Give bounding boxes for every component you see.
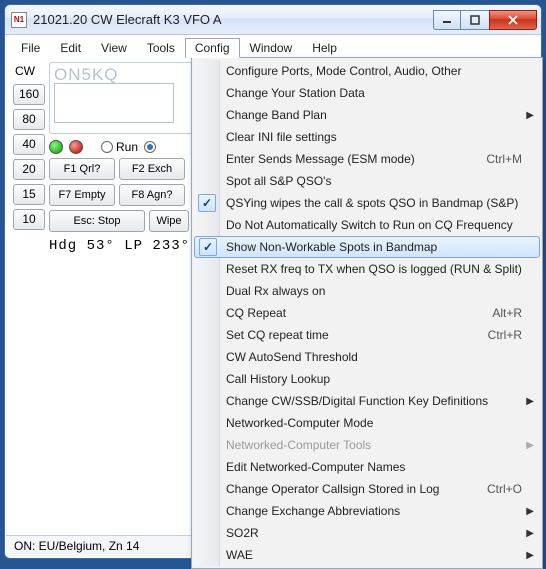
close-button[interactable] (489, 10, 537, 30)
menu-item-label: CW AutoSend Threshold (226, 350, 522, 364)
menu-file[interactable]: File (11, 38, 50, 58)
main-window: N1 21021.20 CW Elecraft K3 VFO A FileEdi… (4, 4, 542, 559)
config-menu-item[interactable]: Change Operator Callsign Stored in Log Ct… (194, 478, 540, 500)
submenu-arrow-icon: ▶ (526, 528, 534, 539)
band-button-160[interactable]: 160 (13, 84, 45, 105)
menu-item-label: Show Non-Workable Spots in Bandmap (226, 240, 521, 254)
menu-item-shortcut: Ctrl+R (488, 328, 522, 342)
check-icon: ✓ (199, 238, 217, 256)
config-menu-item: Networked-Computer Tools ▶ (194, 434, 540, 456)
config-menu-item[interactable]: Call History Lookup (194, 368, 540, 390)
band-button-10[interactable]: 10 (13, 209, 45, 230)
config-menu-item[interactable]: CQ Repeat Alt+R (194, 302, 540, 324)
esc-stop-button[interactable]: Esc: Stop (49, 210, 145, 232)
menu-item-label: Clear INI file settings (226, 130, 522, 144)
fkey-f1[interactable]: F1 Qrl? (49, 158, 115, 180)
menubar: FileEditViewToolsConfigWindowHelp (5, 35, 541, 58)
menu-help[interactable]: Help (302, 38, 347, 58)
config-menu-item[interactable]: Networked-Computer Mode (194, 412, 540, 434)
band-button-40[interactable]: 40 (13, 134, 45, 155)
maximize-button[interactable] (460, 10, 490, 30)
band-button-80[interactable]: 80 (13, 109, 45, 130)
close-icon (507, 15, 519, 25)
config-menu-item[interactable]: Do Not Automatically Switch to Run on CQ… (194, 214, 540, 236)
check-icon: ✓ (198, 194, 216, 212)
menu-item-label: Change Operator Callsign Stored in Log (226, 482, 475, 496)
window-controls (434, 10, 537, 30)
menu-item-label: Call History Lookup (226, 372, 522, 386)
config-menu-item[interactable]: SO2R ▶ (194, 522, 540, 544)
fkey-f8[interactable]: F8 Agn? (119, 184, 185, 206)
config-menu-item[interactable]: Change Exchange Abbreviations ▶ (194, 500, 540, 522)
menu-config[interactable]: Config (185, 38, 240, 58)
menu-item-label: Reset RX freq to TX when QSO is logged (… (226, 262, 522, 276)
minimize-icon (442, 15, 452, 25)
menu-item-label: Edit Networked-Computer Names (226, 460, 522, 474)
band-button-20[interactable]: 20 (13, 159, 45, 180)
fkey-f7[interactable]: F7 Empty (49, 184, 115, 206)
run-radio-label: Run (116, 140, 138, 154)
submenu-arrow-icon: ▶ (526, 110, 534, 121)
sp-radio[interactable] (144, 141, 156, 153)
menu-item-label: Change Exchange Abbreviations (226, 504, 522, 518)
fkey-f2[interactable]: F2 Exch (119, 158, 185, 180)
config-menu-item[interactable]: Configure Ports, Mode Control, Audio, Ot… (194, 60, 540, 82)
menu-item-label: Change CW/SSB/Digital Function Key Defin… (226, 394, 522, 408)
config-menu-item[interactable]: CW AutoSend Threshold (194, 346, 540, 368)
menu-item-shortcut: Ctrl+M (486, 152, 522, 166)
config-menu-item[interactable]: Clear INI file settings (194, 126, 540, 148)
wipe-button[interactable]: Wipe (149, 210, 189, 232)
menu-item-label: Change Your Station Data (226, 86, 522, 100)
submenu-arrow-icon: ▶ (526, 440, 534, 451)
menu-item-label: Networked-Computer Mode (226, 416, 522, 430)
menu-item-label: Configure Ports, Mode Control, Audio, Ot… (226, 64, 522, 78)
window-title: 21021.20 CW Elecraft K3 VFO A (33, 12, 434, 27)
menu-item-label: SO2R (226, 526, 522, 540)
config-menu-item[interactable]: Edit Networked-Computer Names (194, 456, 540, 478)
config-menu-item[interactable]: Spot all S&P QSO's (194, 170, 540, 192)
menu-item-label: Do Not Automatically Switch to Run on CQ… (226, 218, 522, 232)
config-menu-item[interactable]: Change Band Plan ▶ (194, 104, 540, 126)
callsign-input[interactable] (54, 83, 174, 123)
menu-item-label: Change Band Plan (226, 108, 522, 122)
menu-item-label: QSYing wipes the call & spots QSO in Ban… (226, 196, 522, 210)
config-menu-item[interactable]: Dual Rx always on (194, 280, 540, 302)
submenu-arrow-icon: ▶ (526, 550, 534, 561)
led-green-icon (49, 140, 63, 154)
menu-item-label: Enter Sends Message (ESM mode) (226, 152, 474, 166)
menu-tools[interactable]: Tools (137, 38, 185, 58)
menu-item-label: Spot all S&P QSO's (226, 174, 522, 188)
run-radio[interactable]: Run (101, 140, 138, 154)
app-icon: N1 (11, 12, 27, 28)
menu-view[interactable]: View (91, 38, 137, 58)
titlebar[interactable]: N1 21021.20 CW Elecraft K3 VFO A (5, 5, 541, 35)
band-button-15[interactable]: 15 (13, 184, 45, 205)
config-menu-dropdown[interactable]: Configure Ports, Mode Control, Audio, Ot… (191, 57, 543, 569)
config-menu-item[interactable]: Set CQ repeat time Ctrl+R (194, 324, 540, 346)
menu-item-label: Networked-Computer Tools (226, 438, 522, 452)
maximize-icon (470, 15, 480, 25)
menu-item-shortcut: Ctrl+O (487, 482, 522, 496)
minimize-button[interactable] (433, 10, 461, 30)
config-menu-item[interactable]: ✓ Show Non-Workable Spots in Bandmap (194, 236, 540, 258)
mode-label: CW (13, 62, 45, 80)
band-column: CW 160 80 40 20 15 10 (13, 62, 45, 256)
menu-item-label: Dual Rx always on (226, 284, 522, 298)
config-menu-item[interactable]: Reset RX freq to TX when QSO is logged (… (194, 258, 540, 280)
config-menu-item[interactable]: Change Your Station Data (194, 82, 540, 104)
config-menu-item[interactable]: Enter Sends Message (ESM mode) Ctrl+M (194, 148, 540, 170)
menu-item-label: WAE (226, 548, 522, 562)
config-menu-item[interactable]: Change CW/SSB/Digital Function Key Defin… (194, 390, 540, 412)
config-menu-item[interactable]: ✓ QSYing wipes the call & spots QSO in Ba… (194, 192, 540, 214)
menu-item-label: CQ Repeat (226, 306, 480, 320)
submenu-arrow-icon: ▶ (526, 396, 534, 407)
menu-window[interactable]: Window (240, 38, 303, 58)
led-red-icon (69, 140, 83, 154)
menu-item-shortcut: Alt+R (492, 306, 522, 320)
menu-item-label: Set CQ repeat time (226, 328, 476, 342)
submenu-arrow-icon: ▶ (526, 506, 534, 517)
menu-edit[interactable]: Edit (50, 38, 91, 58)
